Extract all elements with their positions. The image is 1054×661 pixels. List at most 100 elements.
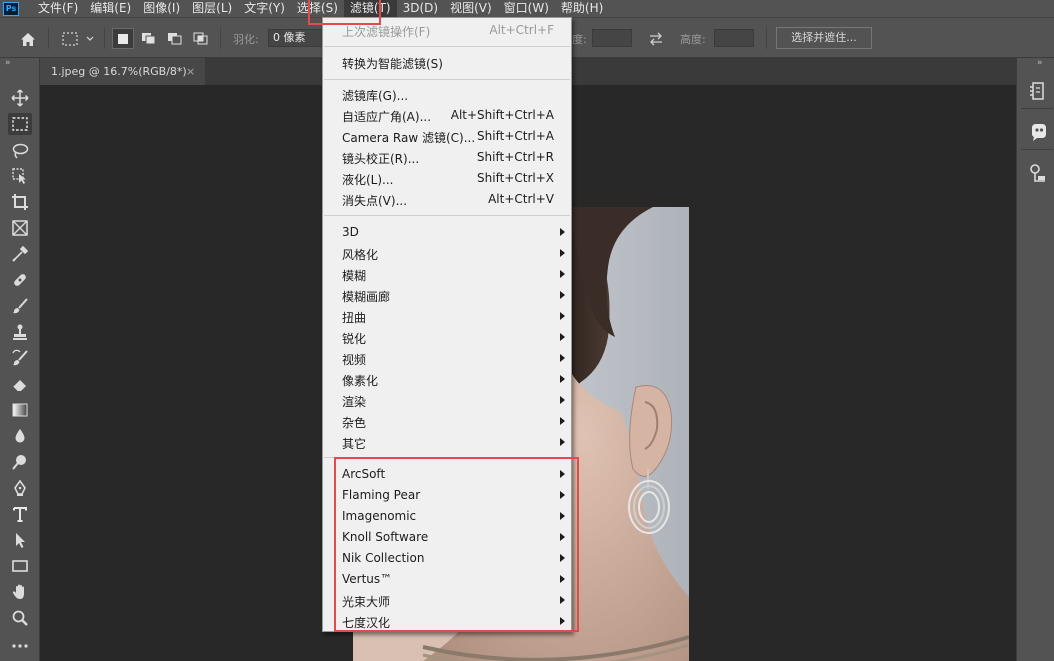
collapse-panel-icon[interactable]: » — [1037, 58, 1043, 68]
menu-view[interactable]: 视图(V) — [444, 0, 498, 17]
menu-item-last-filter[interactable]: 上次滤镜操作(F) Alt+Ctrl+F — [323, 20, 571, 41]
intersect-selection-icon[interactable] — [190, 28, 212, 49]
submenu-arrow-icon — [560, 617, 565, 625]
menu-item-imagenomic[interactable]: Imagenomic — [323, 506, 571, 527]
menu-item-video[interactable]: 视频 — [323, 348, 571, 369]
menu-item-vertus[interactable]: Vertus™ — [323, 569, 571, 590]
type-tool-icon[interactable] — [8, 503, 32, 525]
menu-item-distort[interactable]: 扭曲 — [323, 306, 571, 327]
menu-item-blur-gallery[interactable]: 模糊画廊 — [323, 285, 571, 306]
new-selection-icon[interactable] — [112, 28, 134, 49]
submenu-arrow-icon — [560, 596, 565, 604]
menu-item-arcsoft[interactable]: ArcSoft — [323, 464, 571, 485]
rectangular-marquee-tool-icon[interactable] — [8, 113, 32, 135]
document-tab[interactable]: 1.jpeg @ 16.7%(RGB/8*) × — [40, 58, 205, 85]
clone-stamp-tool-icon[interactable] — [8, 321, 32, 343]
submenu-arrow-icon — [560, 512, 565, 520]
divider — [48, 27, 49, 49]
menu-file[interactable]: 文件(F) — [32, 0, 84, 17]
menu-layer[interactable]: 图层(L) — [186, 0, 238, 17]
lasso-tool-icon[interactable] — [8, 140, 32, 162]
menu-3d[interactable]: 3D(D) — [397, 0, 444, 17]
menu-image[interactable]: 图像(I) — [137, 0, 186, 17]
history-panel-icon[interactable] — [1026, 79, 1050, 103]
submenu-arrow-icon — [560, 291, 565, 299]
more-tools-icon[interactable] — [8, 635, 32, 657]
width-label: 度: — [572, 33, 587, 46]
menu-item-filter-gallery[interactable]: 滤镜库(G)... — [323, 84, 571, 105]
pen-tool-icon[interactable] — [8, 477, 32, 499]
menu-item-sharpen[interactable]: 锐化 — [323, 327, 571, 348]
height-input[interactable] — [714, 29, 754, 47]
menu-item-pixelate[interactable]: 像素化 — [323, 369, 571, 390]
filter-menu-dropdown: 上次滤镜操作(F) Alt+Ctrl+F 转换为智能滤镜(S) 滤镜库(G)..… — [322, 17, 572, 632]
menu-item-qidu-hanhua[interactable]: 七度汉化 — [323, 611, 571, 632]
healing-brush-tool-icon[interactable] — [8, 269, 32, 291]
menu-item-other[interactable]: 其它 — [323, 432, 571, 453]
move-tool-icon[interactable] — [8, 87, 32, 109]
home-icon[interactable] — [17, 29, 39, 49]
menu-item-adaptive-wide-angle[interactable]: 自适应广角(A)... Alt+Shift+Ctrl+A — [323, 105, 571, 126]
submenu-arrow-icon — [560, 333, 565, 341]
menu-separator — [324, 215, 570, 216]
photoshop-logo: Ps — [3, 1, 19, 16]
eyedropper-tool-icon[interactable] — [8, 243, 32, 265]
menu-item-convert-smart-filters[interactable]: 转换为智能滤镜(S) — [323, 52, 571, 73]
menu-item-camera-raw[interactable]: Camera Raw 滤镜(C)... Shift+Ctrl+A — [323, 126, 571, 147]
gradient-tool-icon[interactable] — [8, 399, 32, 421]
rectangle-tool-icon[interactable] — [8, 555, 32, 577]
submenu-arrow-icon — [560, 354, 565, 362]
plugins-panel-icon[interactable] — [1026, 120, 1050, 144]
subtract-selection-icon[interactable] — [164, 28, 186, 49]
submenu-arrow-icon — [560, 417, 565, 425]
width-input[interactable] — [592, 29, 632, 47]
menu-select[interactable]: 选择(S) — [291, 0, 344, 17]
divider — [104, 27, 105, 49]
divider — [220, 27, 221, 49]
crop-tool-icon[interactable] — [8, 191, 32, 213]
menu-separator — [324, 46, 570, 47]
swap-dimensions-icon[interactable] — [646, 29, 666, 49]
close-tab-icon[interactable]: × — [186, 58, 195, 85]
menu-item-stylize[interactable]: 风格化 — [323, 243, 571, 264]
feather-input[interactable]: 0 像素 — [268, 29, 324, 47]
right-panel-dock: » — [1016, 58, 1054, 661]
menu-item-render[interactable]: 渲染 — [323, 390, 571, 411]
menu-item-vanishing-point[interactable]: 消失点(V)... Alt+Ctrl+V — [323, 189, 571, 210]
submenu-arrow-icon — [560, 312, 565, 320]
menu-item-blur[interactable]: 模糊 — [323, 264, 571, 285]
frame-tool-icon[interactable] — [8, 217, 32, 239]
menu-item-liquify[interactable]: 液化(L)... Shift+Ctrl+X — [323, 168, 571, 189]
select-and-mask-button[interactable]: 选择并遮住... — [776, 27, 872, 49]
submenu-arrow-icon — [560, 375, 565, 383]
history-brush-tool-icon[interactable] — [8, 347, 32, 369]
tools-panel: » — [0, 58, 40, 661]
menu-item-lens-correction[interactable]: 镜头校正(R)... Shift+Ctrl+R — [323, 147, 571, 168]
menu-item-3d[interactable]: 3D — [323, 222, 571, 243]
add-to-selection-icon[interactable] — [138, 28, 160, 49]
eraser-tool-icon[interactable] — [8, 373, 32, 395]
menu-type[interactable]: 文字(Y) — [238, 0, 291, 17]
feather-label: 羽化: — [233, 33, 259, 46]
menu-window[interactable]: 窗口(W) — [498, 0, 555, 17]
path-selection-tool-icon[interactable] — [8, 529, 32, 551]
menu-edit[interactable]: 编辑(E) — [84, 0, 137, 17]
blur-tool-icon[interactable] — [8, 425, 32, 447]
menu-filter[interactable]: 滤镜(T) — [343, 0, 397, 17]
zoom-tool-icon[interactable] — [8, 607, 32, 629]
collapse-panel-icon[interactable]: » — [5, 58, 11, 68]
submenu-arrow-icon — [560, 575, 565, 583]
menu-help[interactable]: 帮助(H) — [555, 0, 609, 17]
marquee-preset-icon[interactable] — [58, 29, 98, 49]
menu-item-beam-master[interactable]: 光束大师 — [323, 590, 571, 611]
hand-tool-icon[interactable] — [8, 581, 32, 603]
brush-tool-icon[interactable] — [8, 295, 32, 317]
properties-panel-icon[interactable] — [1026, 161, 1050, 185]
dodge-tool-icon[interactable] — [8, 451, 32, 473]
menu-item-nik-collection[interactable]: Nik Collection — [323, 548, 571, 569]
object-selection-tool-icon[interactable] — [8, 165, 32, 187]
menu-item-flaming-pear[interactable]: Flaming Pear — [323, 485, 571, 506]
menu-item-knoll-software[interactable]: Knoll Software — [323, 527, 571, 548]
menu-item-noise[interactable]: 杂色 — [323, 411, 571, 432]
submenu-arrow-icon — [560, 438, 565, 446]
